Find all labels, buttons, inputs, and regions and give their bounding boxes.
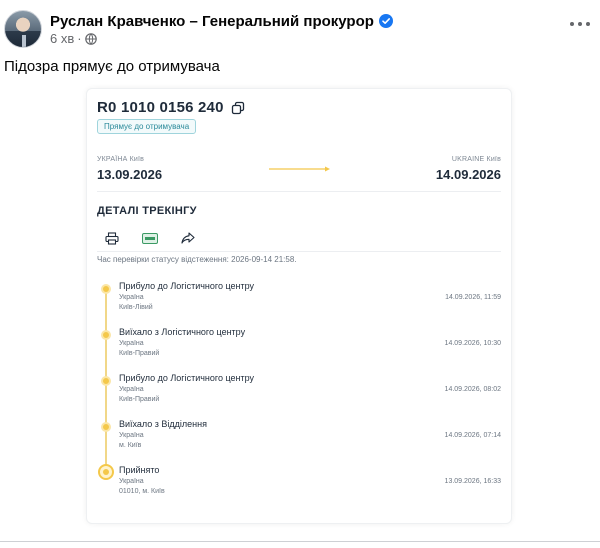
divider xyxy=(97,191,501,192)
event-country: Україна xyxy=(119,478,144,485)
timeline-final-dot-icon xyxy=(98,464,114,480)
print-icon[interactable] xyxy=(101,229,123,247)
post-header: Руслан Кравченко – Генеральний прокурор … xyxy=(0,0,600,52)
event-country: Україна xyxy=(119,294,144,301)
destination-label: UKRAINE Київ xyxy=(451,156,501,163)
event-title: Прийнято xyxy=(119,465,160,475)
tracking-number-row: R0 1010 0156 240 xyxy=(97,99,245,116)
timeline-dot-icon xyxy=(101,422,111,432)
event-place: Київ-Правий xyxy=(119,396,160,403)
event-title: Прибуло до Логістичного центру xyxy=(119,281,255,291)
post-time[interactable]: 6 хв xyxy=(50,31,74,46)
author-name[interactable]: Руслан Кравченко – Генеральний прокурор xyxy=(50,13,374,30)
tracking-card: R0 1010 0156 240 Прямує до отримувача УК… xyxy=(86,88,512,524)
destination-date: 14.09.2026 xyxy=(435,167,501,182)
event-title: Виїхало з Відділення xyxy=(119,419,207,429)
tracking-timeline: Прибуло до Логістичного центру Україна К… xyxy=(87,277,513,507)
avatar[interactable] xyxy=(4,10,42,48)
timeline-event: Прийнято Україна 01010, м. Київ 13.09.20… xyxy=(87,464,513,511)
divider xyxy=(97,251,501,252)
event-title: Виїхало з Логістичного центру xyxy=(119,327,246,337)
post-meta: 6 хв · xyxy=(50,31,97,46)
tracking-actions xyxy=(101,229,199,247)
timeline-dot-icon xyxy=(101,330,111,340)
post-divider xyxy=(0,541,600,542)
meta-separator: · xyxy=(77,31,82,46)
event-place: Київ-Правий xyxy=(119,350,160,357)
timeline-dot-icon xyxy=(101,376,111,386)
post-text: Підозра прямує до отримувача xyxy=(4,58,220,75)
event-place: Київ-Лівий xyxy=(119,304,153,311)
event-time: 14.09.2026, 07:14 xyxy=(444,432,501,439)
timeline-dot-icon xyxy=(101,284,111,294)
event-time: 13.09.2026, 16:33 xyxy=(444,478,501,485)
route: УКРАЇНА Київ 13.09.2026 UKRAINE Київ 14.… xyxy=(87,151,513,191)
author-line: Руслан Кравченко – Генеральний прокурор xyxy=(50,11,393,31)
tracking-details-title: ДЕТАЛІ ТРЕКІНГУ xyxy=(97,205,197,217)
status-check-time: Час перевірки статусу відстеження: 2026-… xyxy=(97,255,297,264)
event-country: Україна xyxy=(119,340,144,347)
status-badge: Прямує до отримувача xyxy=(97,119,197,134)
timeline-event: Виїхало з Відділення Україна м. Київ 14.… xyxy=(87,419,513,465)
globe-icon[interactable] xyxy=(84,32,97,45)
copy-icon[interactable] xyxy=(231,101,245,115)
origin-date: 13.09.2026 xyxy=(97,167,163,182)
timeline-event: Виїхало з Логістичного центру Україна Ки… xyxy=(87,327,513,373)
card-icon[interactable] xyxy=(139,229,161,247)
event-time: 14.09.2026, 11:59 xyxy=(445,294,501,301)
event-place: м. Київ xyxy=(119,442,142,449)
route-arrow-icon xyxy=(269,166,330,172)
tracking-number: R0 1010 0156 240 xyxy=(97,99,224,116)
event-place: 01010, м. Київ xyxy=(119,488,165,495)
timeline-event: Прибуло до Логістичного центру Україна К… xyxy=(87,373,513,419)
share-icon[interactable] xyxy=(177,229,199,247)
origin-label: УКРАЇНА Київ xyxy=(97,156,145,163)
verified-badge-icon xyxy=(378,14,393,28)
event-time: 14.09.2026, 10:30 xyxy=(444,340,501,347)
more-options-icon[interactable] xyxy=(566,14,594,34)
timeline-event: Прибуло до Логістичного центру Україна К… xyxy=(87,281,513,327)
event-country: Україна xyxy=(119,432,144,439)
event-title: Прибуло до Логістичного центру xyxy=(119,373,255,383)
event-country: Україна xyxy=(119,386,144,393)
event-time: 14.09.2026, 08:02 xyxy=(444,386,501,393)
